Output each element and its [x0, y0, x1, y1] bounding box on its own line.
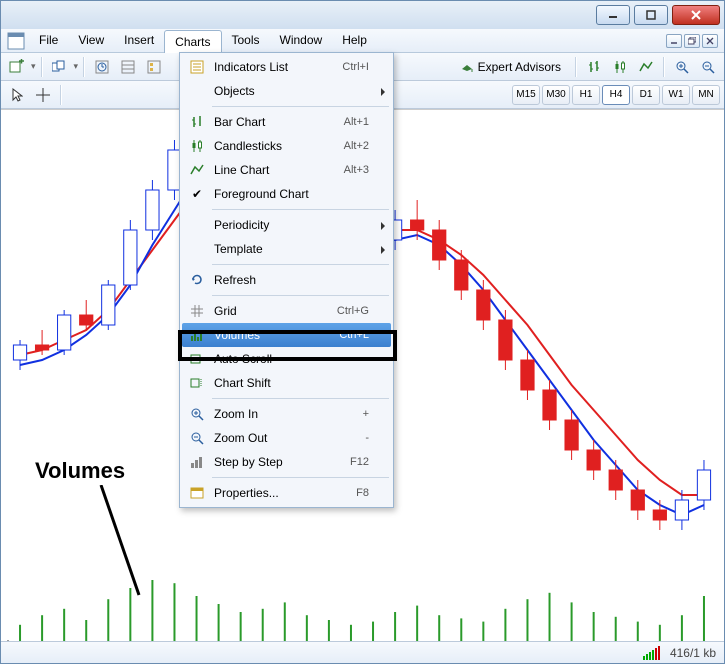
menu-step-by-step[interactable]: Step by Step F12 [182, 450, 391, 474]
check-icon: ✔ [188, 187, 206, 201]
submenu-arrow-icon [381, 88, 385, 96]
refresh-icon [188, 271, 206, 289]
candlestick-icon [188, 137, 206, 155]
indicators-icon [188, 58, 206, 76]
menu-tools[interactable]: Tools [222, 29, 270, 53]
menu-auto-scroll[interactable]: Auto Scroll [182, 347, 391, 371]
zoom-out-button[interactable] [696, 56, 720, 78]
volumes-icon [188, 326, 206, 344]
app-icon [7, 32, 25, 50]
connection-bars-icon [643, 646, 660, 660]
mdi-minimize-button[interactable] [666, 34, 682, 48]
menu-zoom-out[interactable]: Zoom Out - [182, 426, 391, 450]
menu-bar-chart[interactable]: Bar Chart Alt+1 [182, 110, 391, 134]
menu-periodicity[interactable]: Periodicity [182, 213, 391, 237]
timeframe-d1[interactable]: D1 [632, 85, 660, 105]
menu-objects[interactable]: Objects [182, 79, 391, 103]
menu-file[interactable]: File [29, 29, 68, 53]
menu-window[interactable]: Window [270, 29, 333, 53]
menu-help[interactable]: Help [332, 29, 377, 53]
status-traffic: 416/1 kb [670, 646, 716, 660]
timeframe-h4[interactable]: H4 [602, 85, 630, 105]
menubar: File View Insert Charts Tools Window Hel… [1, 29, 724, 53]
cursor-button[interactable] [5, 84, 29, 106]
menu-candlesticks[interactable]: Candlesticks Alt+2 [182, 134, 391, 158]
charts-dropdown: Indicators List Ctrl+I Objects Bar Chart… [179, 52, 394, 508]
menu-zoom-in[interactable]: Zoom In + [182, 402, 391, 426]
chart-shift-icon [188, 374, 206, 392]
timeframe-mn[interactable]: MN [692, 85, 720, 105]
menu-view[interactable]: View [68, 29, 114, 53]
menu-chart-shift[interactable]: Chart Shift [182, 371, 391, 395]
statusbar: 416/1 kb [1, 641, 724, 663]
line-chart-icon [188, 161, 206, 179]
window-close-button[interactable] [672, 5, 720, 25]
profiles-button[interactable] [48, 56, 72, 78]
zoom-in-icon [188, 405, 206, 423]
mdi-close-button[interactable] [702, 34, 718, 48]
bar-chart-icon [188, 113, 206, 131]
timeframe-m30[interactable]: M30 [542, 85, 570, 105]
new-chart-button[interactable] [5, 56, 29, 78]
mdi-restore-button[interactable] [684, 34, 700, 48]
menu-refresh[interactable]: Refresh [182, 268, 391, 292]
step-icon [188, 453, 206, 471]
menu-line-chart[interactable]: Line Chart Alt+3 [182, 158, 391, 182]
menu-volumes[interactable]: Volumes Ctrl+L [182, 323, 391, 347]
line-chart-button[interactable] [634, 56, 658, 78]
grid-icon [188, 302, 206, 320]
submenu-arrow-icon [381, 246, 385, 254]
menu-foreground-chart[interactable]: ✔ Foreground Chart [182, 182, 391, 206]
menu-indicators-list[interactable]: Indicators List Ctrl+I [182, 55, 391, 79]
hat-icon [460, 60, 474, 74]
market-watch-button[interactable] [90, 56, 114, 78]
navigator-button[interactable] [142, 56, 166, 78]
menu-charts[interactable]: Charts [164, 30, 221, 54]
timeframe-m15[interactable]: M15 [512, 85, 540, 105]
titlebar [1, 1, 724, 29]
expert-advisors-label: Expert Advisors [478, 60, 561, 74]
menu-insert[interactable]: Insert [114, 29, 164, 53]
menu-template[interactable]: Template [182, 237, 391, 261]
timeframe-h1[interactable]: H1 [572, 85, 600, 105]
window-maximize-button[interactable] [634, 5, 668, 25]
submenu-arrow-icon [381, 222, 385, 230]
timeframe-w1[interactable]: W1 [662, 85, 690, 105]
crosshair-button[interactable] [31, 84, 55, 106]
auto-scroll-icon [188, 350, 206, 368]
menu-properties[interactable]: Properties... F8 [182, 481, 391, 505]
bar-chart-button[interactable] [582, 56, 606, 78]
properties-icon [188, 484, 206, 502]
data-window-button[interactable] [116, 56, 140, 78]
expert-advisors-button[interactable]: Expert Advisors [451, 56, 570, 78]
zoom-out-icon [188, 429, 206, 447]
zoom-in-button[interactable] [670, 56, 694, 78]
menu-grid[interactable]: Grid Ctrl+G [182, 299, 391, 323]
candlestick-button[interactable] [608, 56, 632, 78]
window-minimize-button[interactable] [596, 5, 630, 25]
